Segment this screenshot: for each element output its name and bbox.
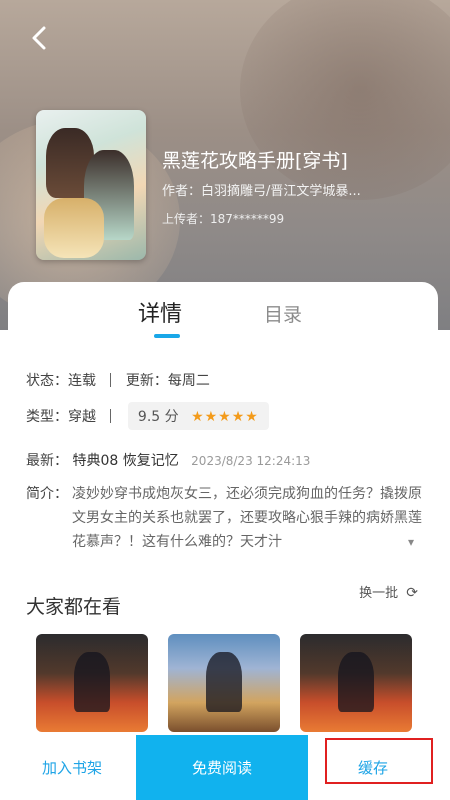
rating-stars: ★★★★★: [191, 409, 259, 425]
status-row: 状态：连载 更新：每周二: [26, 370, 210, 390]
latest-time: 2023/8/23 12:24:13: [191, 454, 311, 468]
refresh-label: 换一批: [359, 586, 399, 601]
cache-button[interactable]: 缓存: [308, 735, 438, 800]
detail-card: 详情 目录 状态：连载 更新：每周二 类型：穿越 9.5 分 ★★★★★ 最新：…: [8, 282, 438, 800]
rating-badge: 9.5 分 ★★★★★: [127, 402, 269, 430]
bottom-action-bar: 加入书架 免费阅读 缓存: [8, 735, 438, 800]
book-cover-art: [206, 652, 242, 712]
intro-label: 简介：: [26, 486, 68, 502]
active-tab-indicator: [154, 334, 180, 338]
recommended-book[interactable]: [36, 634, 148, 732]
book-header: 黑莲花攻略手册[穿书] 作者：白羽摘雕弓/晋江文学城暴... 上传者：187**…: [0, 0, 450, 330]
recommended-book[interactable]: [168, 634, 280, 732]
refresh-icon: ⟳: [406, 585, 418, 601]
status-text: 状态：连载: [26, 373, 96, 389]
chevron-left-icon: [32, 26, 46, 50]
tab-toc[interactable]: 目录: [264, 300, 302, 327]
latest-row[interactable]: 最新： 特典08 恢复记忆 2023/8/23 12:24:13: [26, 450, 310, 470]
recommend-title: 大家都在看: [26, 596, 122, 618]
book-cover-art: [338, 652, 374, 712]
genre-text: 类型：穿越: [26, 409, 96, 425]
intro-text: 凌妙妙穿书成炮灰女三，还必须完成狗血的任务？撬拨原文男女主的关系也就罢了，还要攻…: [72, 486, 422, 550]
latest-chapter[interactable]: 特典08 恢复记忆: [72, 453, 178, 469]
book-cover[interactable]: [36, 110, 146, 260]
genre-row: 类型：穿越 9.5 分 ★★★★★: [26, 402, 269, 430]
refresh-button[interactable]: 换一批 ⟳: [359, 582, 418, 601]
rating-score: 9.5 分: [137, 409, 179, 425]
book-author[interactable]: 作者：白羽摘雕弓/晋江文学城暴...: [162, 180, 402, 199]
book-uploader: 上传者：187******99: [162, 212, 285, 226]
divider: [110, 373, 112, 387]
cover-art: [44, 198, 104, 258]
add-to-shelf-button[interactable]: 加入书架: [8, 735, 136, 800]
divider: [110, 409, 112, 423]
free-read-button[interactable]: 免费阅读: [136, 735, 308, 800]
back-button[interactable]: [22, 20, 58, 56]
recommended-book[interactable]: [300, 634, 412, 732]
latest-label: 最新：: [26, 453, 68, 469]
book-cover-art: [74, 652, 110, 712]
book-title: 黑莲花攻略手册[穿书]: [162, 150, 348, 172]
chevron-down-icon[interactable]: ▾: [408, 530, 414, 554]
update-text: 更新：每周二: [125, 373, 210, 389]
tab-detail[interactable]: 详情: [138, 296, 182, 328]
